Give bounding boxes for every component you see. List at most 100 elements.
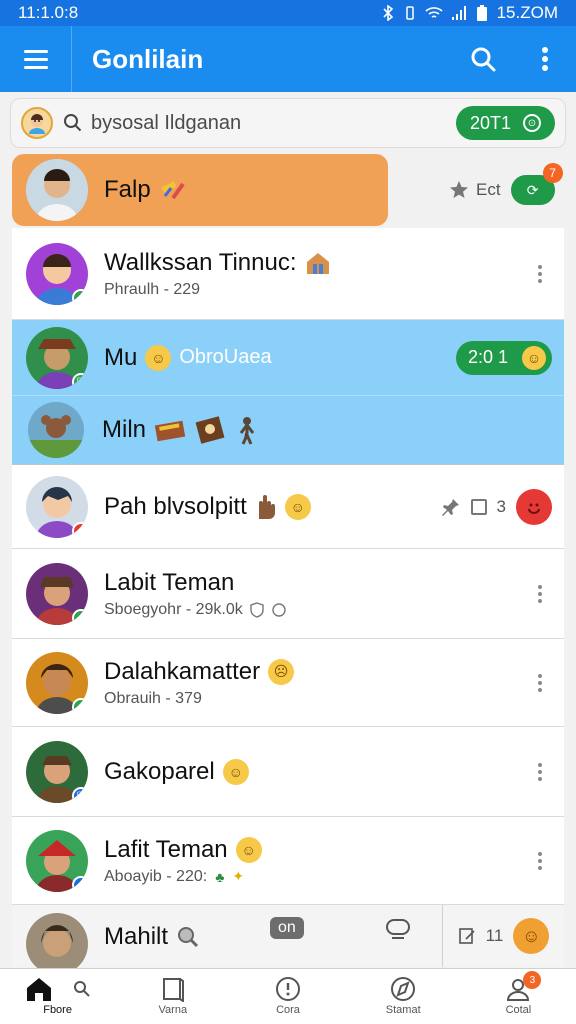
search-small-icon [73,981,90,997]
avatar: ✓ [26,562,88,625]
nav-item-library[interactable]: Varna [115,969,230,1024]
list-item-subtitle: Obrauih - 379 [104,689,202,707]
app-title: Gonlilain [92,43,204,74]
list-item[interactable]: • Pah blvsolpitt ☺ 3 [12,465,564,549]
list-item-selected[interactable]: ▢ Mu ☺ ObroUaea 2:0 1 ☺ [12,320,564,396]
avatar: ○ [26,829,88,892]
smiley-badge-icon[interactable]: ☺ [513,918,550,954]
nav-item-alerts[interactable]: Cora [230,969,345,1024]
timer-icon: ⊙ [523,114,541,132]
nav-label: Cora [276,1004,300,1016]
featured-action-text[interactable]: Ect [476,180,501,200]
bluetooth-icon [383,5,393,21]
avatar: ▢ [26,740,88,803]
nav-label: Stamat [385,1004,421,1016]
list-item-title-row: Wallkssan Tinnuc: [104,249,516,277]
checkbox-icon[interactable] [470,498,487,515]
search-bar[interactable]: bysosal Ildganan 20T1 ⊙ [10,98,566,148]
avatar: ▢ [26,326,88,389]
more-options-button[interactable] [516,584,564,603]
user-avatar[interactable] [21,107,53,139]
nav-label: Fbore [43,1004,72,1016]
list-item-title-row: Lafit Teman ☺ [104,836,516,864]
smile-icon [528,503,540,514]
list-item-title-row: Gakoparel ☺ [104,758,516,786]
more-vert-icon [542,47,548,71]
featured-card[interactable]: Falp [12,154,388,226]
list-item-subtitle-row: Sboegyohr - 29k.0k [104,601,516,619]
status-badge: • [72,521,88,538]
search-count-pill[interactable]: 20T1 ⊙ [455,106,555,140]
wifi-icon [425,7,443,18]
nav-item-home[interactable]: Fbore [0,969,115,1024]
list-item-title: Labit Teman [104,568,235,596]
list-item[interactable]: Mahilt on 11 ☺ [12,905,564,975]
crying-emoji-icon: ☹ [268,658,295,685]
list-item-title: Pah blvsolpitt [104,492,247,520]
status-time: 11:1.0:8 [18,3,79,22]
edit-icon[interactable] [458,927,476,945]
conversation-list: Falp Ect ⟳ 7 ✓ Wallkssan Tinnuc: Phraulh [12,152,564,975]
signal-icon [451,6,466,20]
list-item-chip[interactable]: on [270,917,304,939]
status-bar: 11:1.0:8 15.ZOM [0,0,576,26]
status-battery-text: 15.ZOM [496,3,558,22]
avatar [26,913,88,975]
list-item-selected-sub[interactable]: Miln [12,396,564,464]
more-options-button[interactable] [516,851,564,870]
selected-pill[interactable]: 2:0 1 ☺ [455,340,552,375]
more-options-button[interactable] [516,264,564,283]
overflow-menu-button[interactable] [514,26,576,92]
search-input[interactable]: bysosal Ildganan [63,112,456,135]
more-options-button[interactable] [516,673,564,692]
list-item[interactable]: ▢ Gakoparel ☺ [12,727,564,817]
list-item-actions: 3 [441,488,552,525]
battery-icon [476,5,487,21]
list-item-subtitle-row: Aboayib - 220: ♣ ✦ [104,868,516,886]
list-item-text: Gakoparel ☺ [104,758,516,786]
list-item[interactable]: ○ Lafit Teman ☺ Aboayib - 220: ♣ ✦ [12,817,564,905]
unread-badge[interactable] [516,488,552,525]
list-item-title-row: Mu ☺ ObroUaea [104,344,456,372]
list-item-count: 3 [496,496,506,516]
avatar: ✓ [26,242,88,305]
online-badge: ✓ [72,608,88,625]
nav-badge: 3 [523,971,542,989]
hand-icon [258,494,275,519]
list-item-title-row: Miln [102,415,564,445]
list-item-subtitle: Phraulh - 229 [104,280,201,298]
online-badge: ✓ [72,288,88,305]
nav-item-explore[interactable]: Stamat [346,969,461,1024]
list-item-title: Mahilt [104,923,169,950]
search-button[interactable] [452,26,514,92]
status-badge: ○ [72,875,88,892]
star-icon[interactable] [448,179,470,201]
list-item-title: Gakoparel [104,757,215,785]
list-item-text: Dalahkamatter ☹ Obrauih - 379 [104,658,516,708]
menu-button[interactable] [0,26,72,92]
pin-icon[interactable] [441,497,461,517]
house-icon [306,252,329,274]
nav-label: Varna [158,1004,188,1016]
smile-emoji-icon: ☺ [145,344,172,371]
list-item[interactable]: ✓ Labit Teman Sboegyohr - 29k.0k [12,549,564,639]
chat-icon[interactable] [384,917,412,941]
list-item[interactable]: ✓ Wallkssan Tinnuc: Phraulh - 229 [12,228,564,320]
featured-green-button[interactable]: ⟳ 7 [510,163,563,205]
smiley-icon: ☺ [522,345,546,370]
list-item[interactable]: ✓ Dalahkamatter ☹ Obrauih - 379 [12,639,564,727]
list-item-accent: ObroUaea [179,346,272,368]
list-item-side: 11 ☺ [442,905,564,967]
list-item-count: 11 [485,926,504,945]
featured-title: Falp [104,176,151,203]
list-item-featured[interactable]: Falp Ect ⟳ 7 [12,152,564,228]
alert-circle-icon [276,977,300,1001]
toolbox-icon [154,420,186,442]
selected-pill-text: 2:0 1 [467,347,508,367]
smirk-emoji-icon: ☺ [222,758,249,785]
list-item-text: Lafit Teman ☺ Aboayib - 220: ♣ ✦ [104,836,516,886]
monocle-emoji-icon: ☺ [235,836,262,863]
more-options-button[interactable] [516,762,564,781]
nav-item-profile[interactable]: 3 Cotal [461,969,576,1024]
explore-icon [391,977,416,1001]
